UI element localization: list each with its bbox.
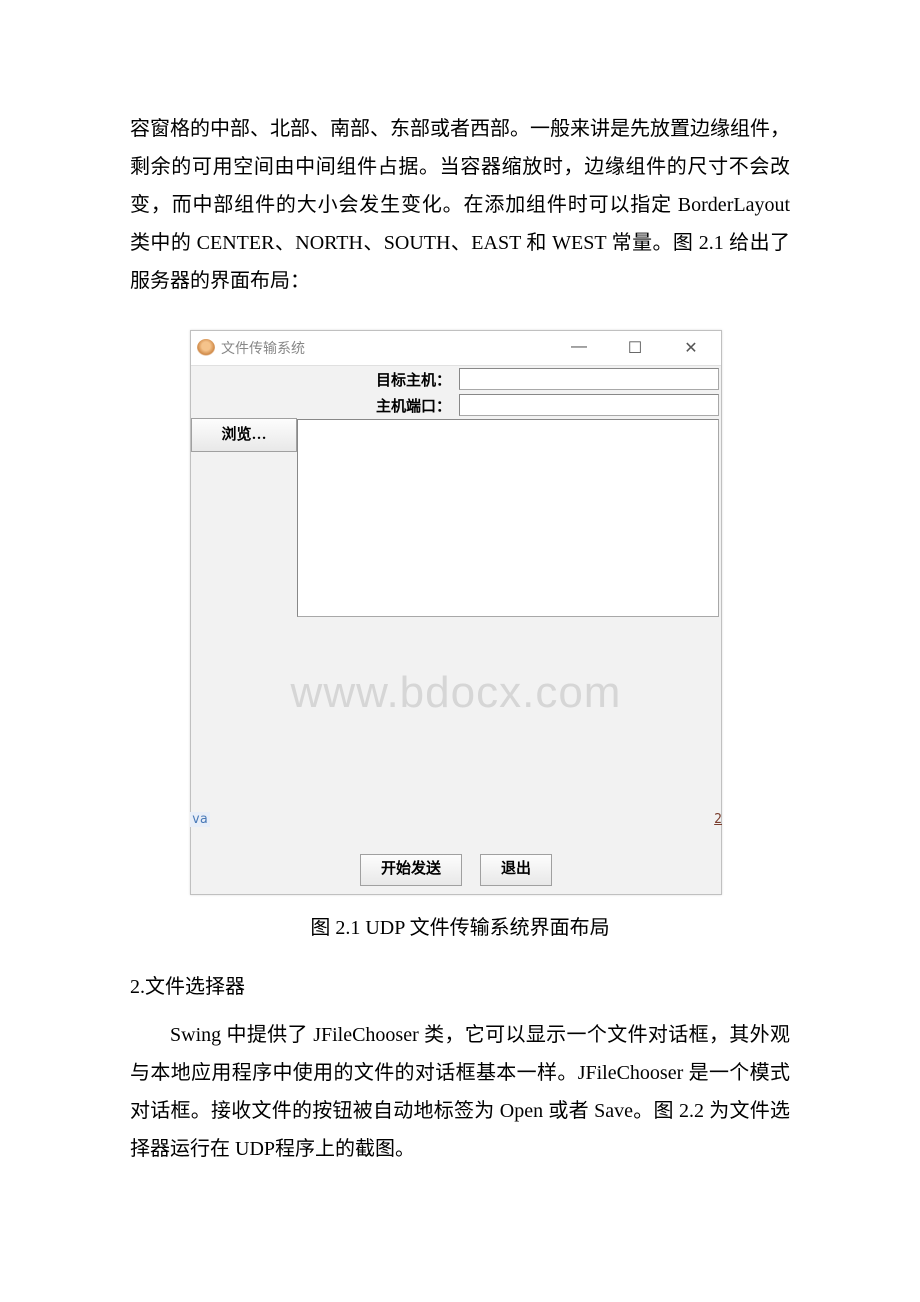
form-panel: 目标主机： 主机端口：: [191, 366, 721, 418]
port-input[interactable]: [459, 394, 719, 416]
window-titlebar: 文件传输系统 — ☐ ✕: [191, 331, 721, 366]
window-controls: — ☐ ✕: [569, 338, 715, 358]
window-title: 文件传输系统: [221, 338, 305, 358]
south-panel: 开始发送 退出: [191, 848, 721, 894]
exit-button[interactable]: 退出: [480, 854, 552, 886]
host-row: 目标主机：: [191, 366, 721, 392]
java-swing-window: 文件传输系统 — ☐ ✕ 目标主机： 主机端口：: [190, 330, 722, 895]
browse-button[interactable]: 浏览…: [191, 418, 297, 452]
send-button[interactable]: 开始发送: [360, 854, 462, 886]
paragraph-1: 容窗格的中部、北部、南部、东部或者西部。一般来讲是先放置边缘组件，剩余的可用空间…: [130, 110, 790, 300]
center-panel: 浏览…: [191, 418, 721, 618]
paragraph-2: Swing 中提供了 JFileChooser 类，它可以显示一个文件对话框，其…: [130, 1016, 790, 1168]
code-fragment-right: 2: [714, 812, 722, 827]
java-icon: [197, 339, 215, 357]
host-input[interactable]: [459, 368, 719, 390]
close-button[interactable]: ✕: [681, 338, 701, 358]
watermark-text: www.bdocx.com: [291, 668, 622, 718]
minimize-button[interactable]: —: [569, 338, 589, 358]
figure-2-1: 文件传输系统 — ☐ ✕ 目标主机： 主机端口：: [190, 330, 720, 895]
port-label: 主机端口：: [191, 395, 459, 416]
code-fragment-left: va: [190, 812, 210, 827]
file-list-area[interactable]: [297, 419, 719, 617]
west-panel: 浏览…: [191, 418, 297, 618]
section-2-heading: 2.文件选择器: [130, 968, 790, 1006]
maximize-button[interactable]: ☐: [625, 338, 645, 358]
lower-panel: www.bdocx.com va 2: [191, 618, 721, 848]
figure-caption: 图 2.1 UDP 文件传输系统界面布局: [130, 911, 790, 940]
host-label: 目标主机：: [191, 369, 459, 390]
document-page: 容窗格的中部、北部、南部、东部或者西部。一般来讲是先放置边缘组件，剩余的可用空间…: [0, 0, 920, 1228]
port-row: 主机端口：: [191, 392, 721, 418]
